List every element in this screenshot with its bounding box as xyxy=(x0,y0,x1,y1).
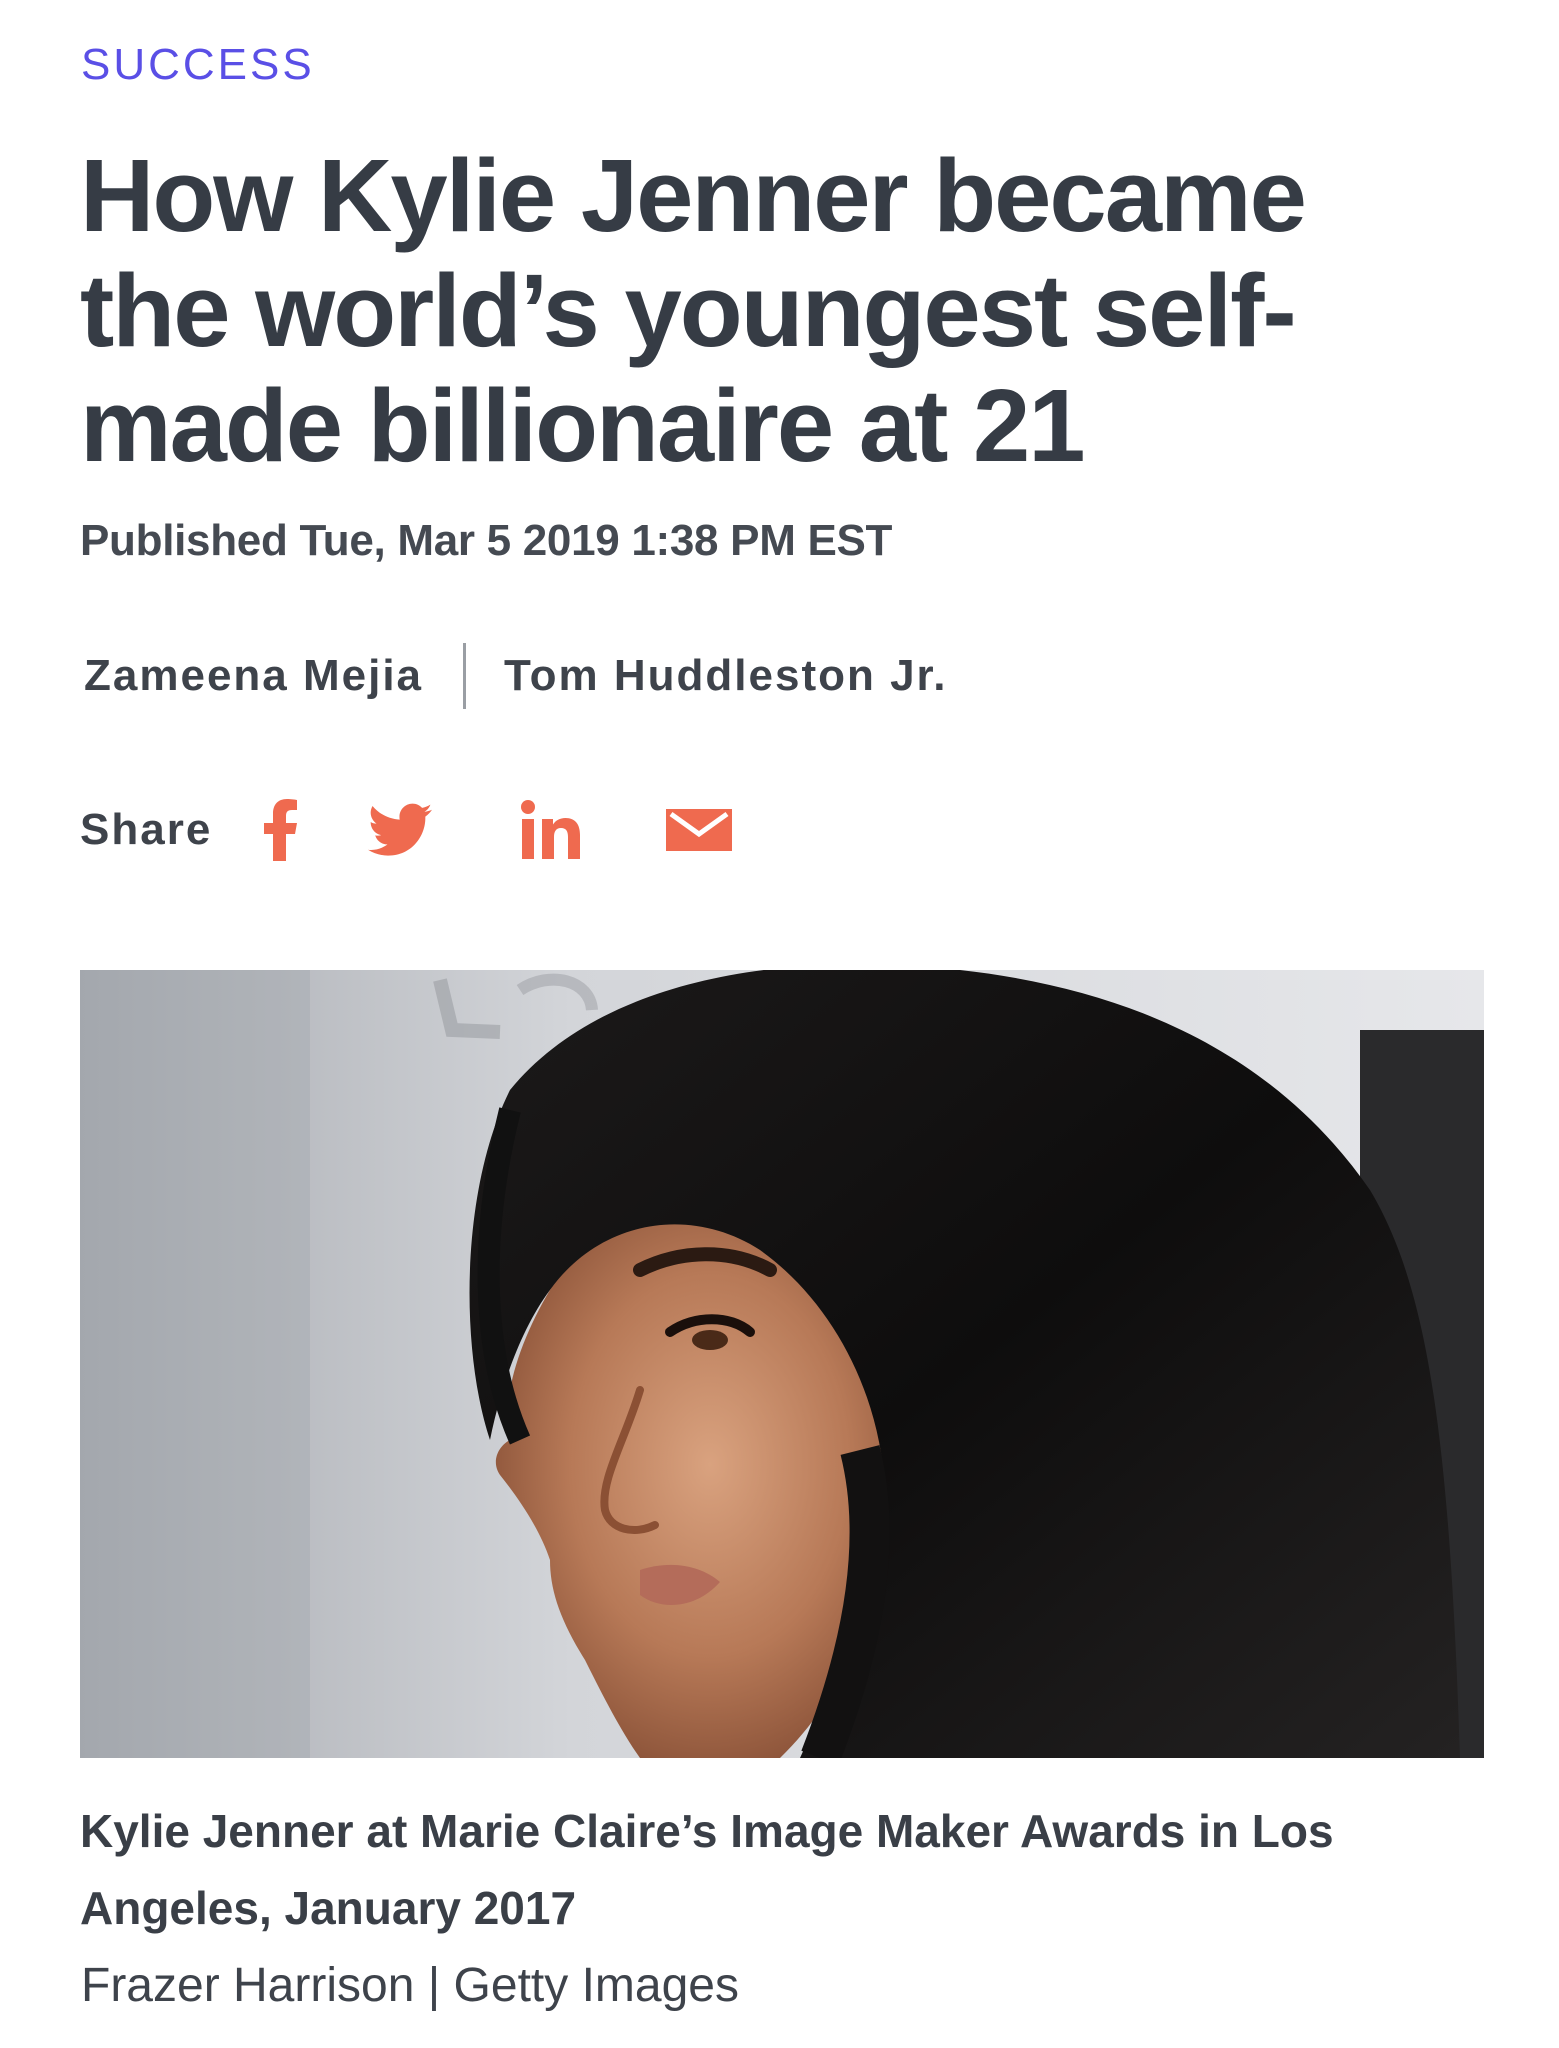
author-divider xyxy=(463,643,467,709)
share-label: Share xyxy=(80,805,213,854)
section-link[interactable]: SUCCESS xyxy=(81,40,315,90)
author-byline: Zameena Mejia Tom Huddleston Jr. xyxy=(84,640,947,712)
facebook-icon[interactable] xyxy=(264,799,298,861)
image-credit: Frazer Harrison | Getty Images xyxy=(81,1959,739,2012)
publish-date: Published Tue, Mar 5 2019 1:38 PM EST xyxy=(80,516,893,565)
author-link-2[interactable]: Tom Huddleston Jr. xyxy=(504,651,947,701)
author-link-1[interactable]: Zameena Mejia xyxy=(84,651,423,701)
article-page: SUCCESS How Kylie Jenner became the worl… xyxy=(0,0,1559,2048)
twitter-icon[interactable] xyxy=(368,803,433,857)
email-icon[interactable] xyxy=(666,809,733,851)
image-caption: Kylie Jenner at Marie Claire’s Image Mak… xyxy=(80,1805,1334,1934)
linkedin-icon[interactable] xyxy=(520,799,582,861)
hero-photo[interactable] xyxy=(80,970,1484,1758)
article-headline: How Kylie Jenner became the world’s youn… xyxy=(80,138,1307,483)
share-bar: Share xyxy=(80,790,733,870)
